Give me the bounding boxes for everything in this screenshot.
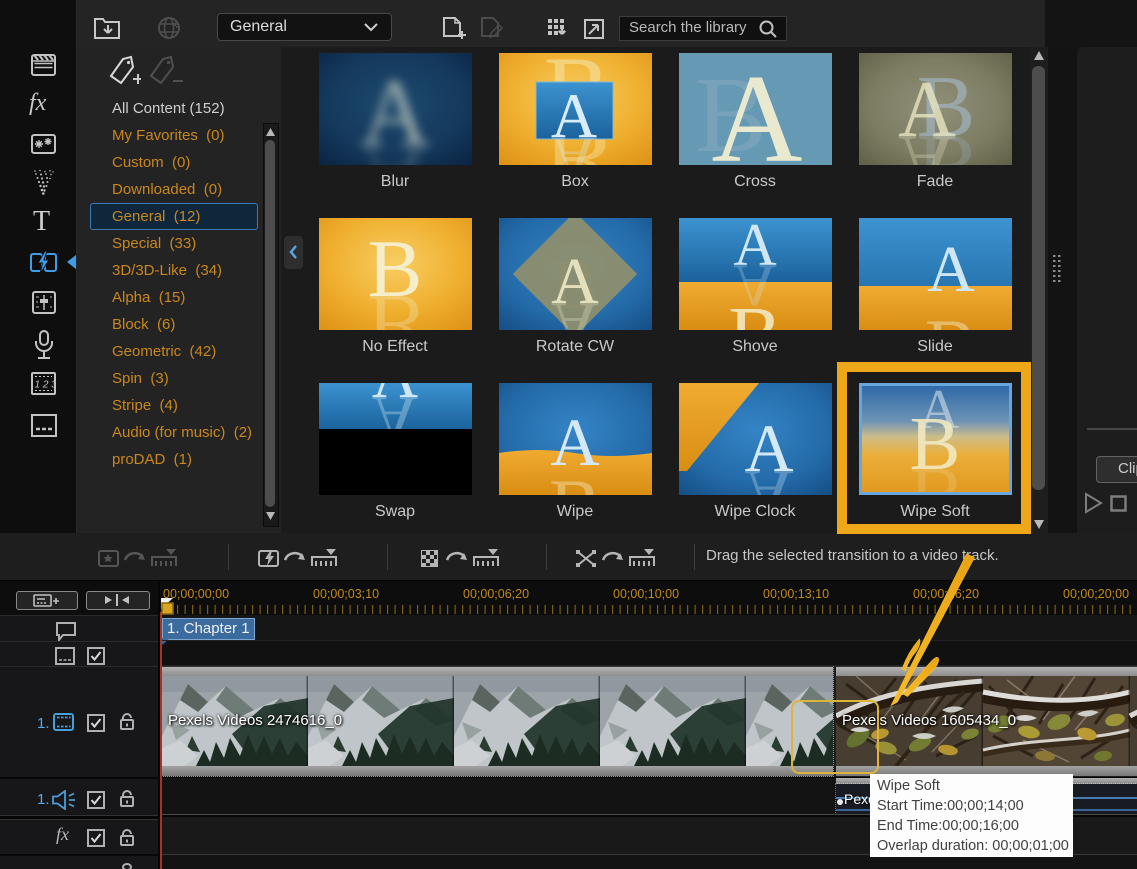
svg-text:Wipe Clock: Wipe Clock — [715, 503, 797, 520]
svg-text:00;00;03;10: 00;00;03;10 — [313, 587, 379, 601]
svg-text:No Effect: No Effect — [362, 338, 428, 355]
svg-text:Wipe: Wipe — [557, 503, 594, 520]
svg-text:00;00;16;20: 00;00;16;20 — [913, 587, 979, 601]
svg-text:B: B — [728, 292, 781, 380]
svg-text:00;00;10;00: 00;00;10;00 — [613, 587, 679, 601]
svg-text:A: A — [927, 233, 975, 306]
svg-text:Box: Box — [561, 173, 589, 190]
svg-text:Rotate CW: Rotate CW — [536, 338, 615, 355]
svg-text:Cross: Cross — [734, 173, 776, 190]
svg-text:Fade: Fade — [917, 173, 954, 190]
svg-text:Swap: Swap — [375, 503, 415, 520]
svg-text:00;00;06;20: 00;00;06;20 — [463, 587, 529, 601]
svg-text:A: A — [898, 118, 956, 206]
svg-text:B: B — [549, 463, 601, 533]
svg-text:Shove: Shove — [732, 338, 777, 355]
svg-text:B: B — [368, 278, 423, 369]
svg-text:A: A — [744, 456, 793, 532]
svg-text:1 2 3: 1 2 3 — [35, 380, 57, 391]
svg-text:Slide: Slide — [917, 338, 953, 355]
svg-text:A: A — [712, 50, 803, 189]
svg-text:00;00;13;10: 00;00;13;10 — [763, 587, 829, 601]
svg-text:Blur: Blur — [381, 173, 410, 190]
svg-text:00;00;20;00: 00;00;20;00 — [1063, 587, 1129, 601]
